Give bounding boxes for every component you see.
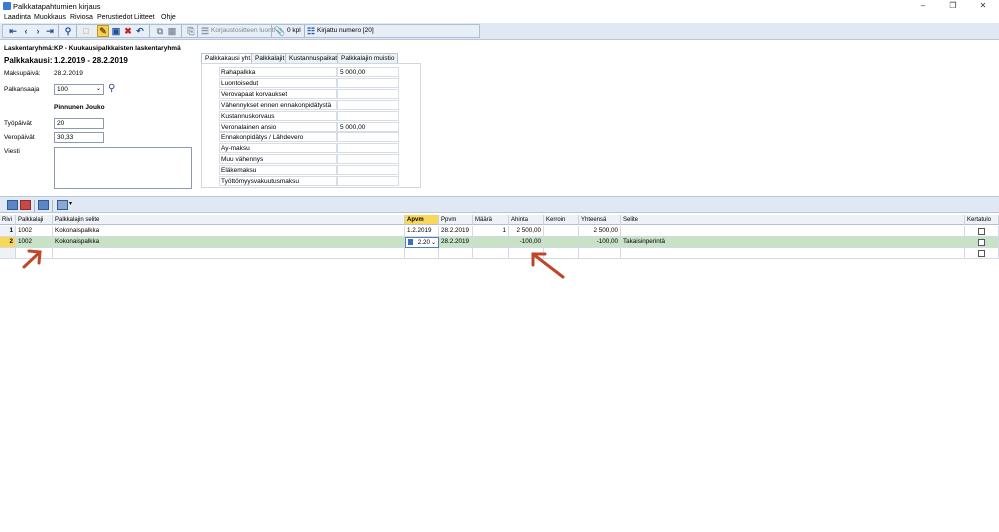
arrow-ahinta-annotation (531, 252, 565, 279)
arrow-palkkalaji-annotation (22, 249, 42, 269)
annotation-arrows (22, 249, 565, 279)
